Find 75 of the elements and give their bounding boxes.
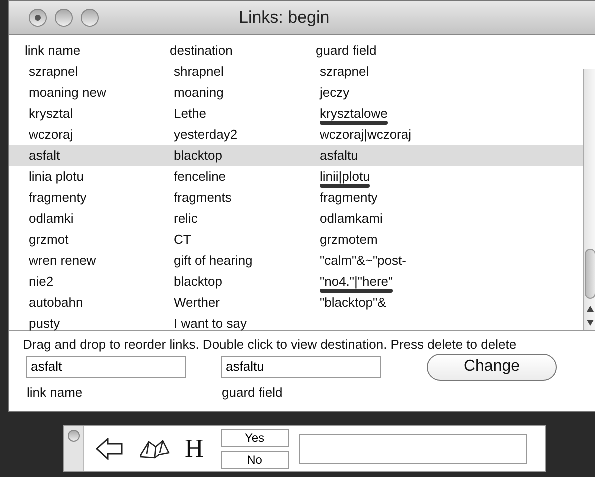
table-row[interactable]: autobahn Werther "blacktop"& bbox=[9, 292, 583, 313]
table-cell: wczoraj|wczoraj bbox=[320, 127, 412, 142]
scroll-thumb[interactable] bbox=[585, 249, 595, 299]
table-cell-text: blacktop bbox=[174, 272, 224, 291]
table-row[interactable]: fragmenty fragments fragmenty bbox=[9, 187, 583, 208]
scrollbar[interactable] bbox=[583, 69, 595, 330]
table-cell-text: gift of hearing bbox=[174, 252, 254, 270]
table-cell: szrapnel bbox=[320, 64, 370, 79]
table-cell: asfaltu bbox=[320, 148, 358, 163]
window-title: Links: begin bbox=[239, 6, 330, 29]
table-cell-text: szrapnel bbox=[29, 62, 80, 81]
table-cell-text: Werther bbox=[174, 294, 221, 312]
table-cell-text: nie2 bbox=[29, 272, 55, 291]
table-cell: odlamkami bbox=[320, 211, 383, 226]
column-header: link name bbox=[25, 42, 82, 60]
table-row[interactable]: moaning new moaning jeczy bbox=[9, 82, 583, 103]
instructions: Drag and drop to reorder links. Double click to view destination. Press delete to delete bbox=[22, 336, 518, 353]
table-cell: "blacktop"& bbox=[320, 295, 386, 310]
column-header: guard field bbox=[316, 42, 378, 60]
book-icon[interactable] bbox=[139, 438, 171, 458]
input-field[interactable]: asfaltu bbox=[221, 356, 381, 378]
table-cell: grzmotem bbox=[320, 232, 378, 247]
minimize-button[interactable] bbox=[55, 8, 73, 26]
table-cell: krysztalowe bbox=[320, 106, 388, 121]
table-row[interactable]: wczoraj yesterday2 wczoraj|wczoraj bbox=[9, 124, 583, 145]
scroll-up-icon[interactable] bbox=[587, 306, 594, 312]
scroll-down-icon[interactable] bbox=[587, 320, 594, 326]
table-cell-text: wczoraj bbox=[29, 126, 74, 144]
table-cell-text: blacktop bbox=[174, 146, 224, 165]
yes-button[interactable]: Yes bbox=[220, 428, 289, 446]
panel-button[interactable] bbox=[68, 430, 80, 442]
table-cell: fragmenty bbox=[320, 190, 378, 205]
table-cell-text: CT bbox=[174, 230, 192, 249]
table-row[interactable]: grzmot CT grzmotem bbox=[9, 229, 583, 250]
table-row[interactable]: krysztal Lethe krysztalowe bbox=[9, 103, 583, 124]
table-cell-text: fragments bbox=[174, 188, 233, 207]
table-cell: "no4."|"here" bbox=[320, 274, 394, 289]
table-row[interactable]: szrapnel shrapnel szrapnel bbox=[9, 61, 583, 82]
table-cell-text: shrapnel bbox=[174, 62, 225, 81]
table-cell: linii|plotu bbox=[320, 169, 370, 184]
close-button[interactable] bbox=[29, 8, 47, 26]
change-button[interactable]: Change bbox=[427, 354, 557, 380]
input-field[interactable]: asfalt bbox=[26, 356, 186, 378]
table-cell-text: odlamki bbox=[29, 210, 75, 228]
table-cell-text: wren renew bbox=[29, 252, 98, 270]
table-cell-text: yesterday2 bbox=[174, 126, 239, 144]
heading-button[interactable]: H bbox=[185, 436, 204, 462]
table-row[interactable]: odlamki relic odlamkami bbox=[9, 208, 583, 229]
table-row[interactable]: wren renew gift of hearing "calm"&~"post- bbox=[9, 250, 583, 271]
table-cell-text: I want to say bbox=[174, 314, 248, 333]
table-cell-text: pusty bbox=[29, 314, 62, 333]
table-row[interactable]: nie2 blacktop "no4."|"here" bbox=[9, 271, 583, 292]
table-cell-text: fenceline bbox=[174, 168, 228, 186]
field-label: guard field bbox=[222, 384, 283, 402]
table-cell: jeczy bbox=[320, 85, 350, 100]
zoom-button[interactable] bbox=[81, 8, 99, 26]
field-label: link name bbox=[27, 384, 84, 402]
table-cell-text: moaning new bbox=[29, 84, 108, 102]
table-cell-text: relic bbox=[174, 210, 199, 228]
input-field[interactable] bbox=[298, 434, 527, 464]
table-cell-text: linia plotu bbox=[29, 168, 85, 186]
back-arrow-icon[interactable] bbox=[96, 438, 124, 460]
table-cell-text: autobahn bbox=[29, 294, 84, 312]
table-row[interactable]: linia plotu fenceline linii|plotu bbox=[9, 166, 583, 187]
table-row[interactable]: pusty I want to say bbox=[9, 313, 583, 334]
table-cell-text: asfalt bbox=[29, 146, 62, 165]
table-cell-text: Lethe bbox=[174, 104, 208, 123]
table-row[interactable]: asfalt blacktop asfaltu bbox=[9, 145, 583, 166]
table-cell-text: krysztal bbox=[29, 104, 74, 123]
table-cell-text: fragmenty bbox=[29, 188, 88, 207]
table-cell: "calm"&~"post- bbox=[320, 253, 406, 268]
no-button[interactable]: No bbox=[220, 450, 289, 468]
table-cell-text: moaning bbox=[174, 84, 225, 102]
table-cell-text: grzmot bbox=[29, 230, 70, 249]
column-header: destination bbox=[170, 42, 234, 60]
